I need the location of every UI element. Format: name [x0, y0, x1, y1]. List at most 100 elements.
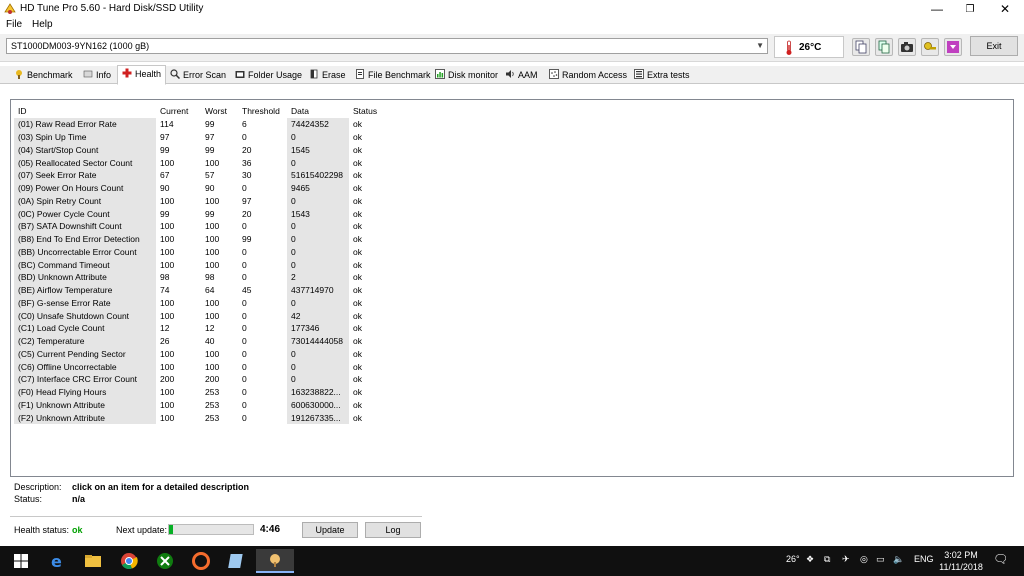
table-row[interactable]: (07) Seek Error Rate 67 57 30 51615402298 ok [14, 169, 389, 182]
notification-center-icon[interactable]: 🗨 [993, 552, 1008, 566]
maximize-button[interactable]: ❐ [955, 0, 985, 18]
table-row[interactable]: (F0) Head Flying Hours 100 253 0 163238822..… [14, 385, 389, 399]
tab-random-access[interactable]: Random Access [549, 67, 627, 84]
tab-extra-tests[interactable]: Extra tests [634, 67, 690, 84]
attribute-worst: 253 [205, 399, 220, 410]
tab-info[interactable]: Info [83, 67, 111, 84]
menu-file[interactable]: File [6, 19, 22, 30]
weather-temperature[interactable]: 26° [786, 554, 800, 564]
close-button[interactable]: ✕ [990, 0, 1020, 18]
log-button[interactable]: Log [365, 522, 421, 538]
attribute-id: (BE) Airflow Temperature [14, 283, 156, 297]
chrome-icon[interactable] [112, 549, 146, 573]
tab-label: AAM [518, 70, 538, 80]
attribute-worst: 57 [205, 170, 215, 181]
screenshot-icon[interactable] [898, 38, 916, 56]
attribute-threshold: 0 [242, 183, 247, 194]
copy-info-icon[interactable] [875, 38, 893, 56]
tab-file-benchmark[interactable]: File Benchmark [355, 67, 431, 84]
table-row[interactable]: (05) Reallocated Sector Count 100 100 36 0 ok [14, 156, 389, 169]
xbox-icon[interactable] [148, 549, 182, 573]
table-row[interactable]: (09) Power On Hours Count 90 90 0 9465 ok [14, 181, 389, 195]
tab-disk-monitor[interactable]: Disk monitor [435, 67, 498, 84]
hdtune-app-icon [4, 3, 16, 14]
table-row[interactable]: (0C) Power Cycle Count 99 99 20 1543 ok [14, 207, 389, 220]
copy-text-icon[interactable] [852, 38, 870, 56]
update-countdown: 4:46 [260, 524, 281, 535]
table-row[interactable]: (03) Spin Up Time 97 97 0 0 ok [14, 130, 389, 144]
update-progress-fill [169, 525, 174, 534]
column-header-id[interactable]: ID [14, 103, 156, 118]
tray-icon-2[interactable]: ⧉ [824, 554, 830, 565]
attribute-current: 100 [160, 195, 175, 206]
windows-taskbar: e 26° ❖ ⧉ ✈ ◎ ▭ 🔈 ENG 3:02 PM 11/11/2018… [0, 546, 1024, 576]
tab-error-scan[interactable]: Error Scan [170, 67, 226, 84]
network-icon[interactable]: ✈ [842, 554, 850, 565]
table-row[interactable]: (C7) Interface CRC Error Count 200 200 0 0 ok [14, 373, 389, 386]
table-row[interactable]: (B8) End To End Error Detection 100 100 99 0… [14, 232, 389, 246]
update-button[interactable]: Update [302, 522, 358, 538]
tab-folder-usage[interactable]: Folder Usage [235, 67, 302, 84]
table-row[interactable]: (B7) SATA Downshift Count 100 100 0 0 ok [14, 220, 389, 233]
table-row[interactable]: (F1) Unknown Attribute 100 253 0 600630000..… [14, 398, 389, 412]
attribute-worst: 98 [205, 272, 215, 283]
table-row[interactable]: (C0) Unsafe Shutdown Count 100 100 0 42 ok [14, 309, 389, 322]
language-indicator[interactable]: ENG [914, 554, 934, 564]
attribute-id: (0C) Power Cycle Count [14, 207, 156, 220]
table-row[interactable]: (C1) Load Cycle Count 12 12 0 177346 ok [14, 322, 389, 335]
menu-help[interactable]: Help [32, 19, 53, 30]
attribute-current: 26 [160, 336, 170, 347]
windows-start-icon[interactable] [4, 549, 38, 573]
attribute-id: (C6) Offline Uncorrectable [14, 360, 156, 373]
options-icon[interactable] [921, 38, 939, 56]
taskbar-clock[interactable]: 3:02 PM 11/11/2018 [936, 549, 986, 573]
minimize-button[interactable]: — [922, 0, 952, 18]
tab-health[interactable]: Health [117, 65, 167, 85]
exit-button[interactable]: Exit [970, 36, 1018, 56]
column-header-threshold[interactable]: Threshold [238, 103, 287, 118]
tab-benchmark[interactable]: Benchmark [14, 67, 73, 84]
temperature-display: 26°C [774, 36, 844, 58]
save-icon[interactable] [944, 38, 962, 56]
hdtune-icon[interactable] [256, 549, 294, 573]
drive-select[interactable]: ST1000DM003-9YN162 (1000 gB) ▼ [6, 38, 768, 54]
attribute-data: 1545 [287, 143, 349, 157]
table-row[interactable]: (C2) Temperature 26 40 0 73014444058 ok [14, 334, 389, 348]
attribute-data: 74424352 [287, 118, 349, 131]
column-header-data[interactable]: Data [287, 103, 349, 118]
attribute-status: ok [353, 361, 362, 372]
attribute-threshold: 36 [242, 157, 252, 168]
minimize-icon: — [931, 2, 943, 16]
volume-icon[interactable]: 🔈 [893, 554, 904, 565]
column-header-status[interactable]: Status [349, 103, 389, 118]
table-row[interactable]: (C5) Current Pending Sector 100 100 0 0 ok [14, 347, 389, 361]
origin-tray-icon[interactable]: ◎ [860, 554, 868, 565]
column-header-worst[interactable]: Worst [201, 103, 238, 118]
attribute-id: (05) Reallocated Sector Count [14, 156, 156, 169]
table-row[interactable]: (C6) Offline Uncorrectable 100 100 0 0 ok [14, 360, 389, 373]
attribute-data: 177346 [287, 322, 349, 335]
table-row[interactable]: (BD) Unknown Attribute 98 98 0 2 ok [14, 271, 389, 284]
edge-icon[interactable]: e [40, 549, 74, 573]
table-row[interactable]: (BC) Command Timeout 100 100 0 0 ok [14, 258, 389, 271]
file-explorer-icon[interactable] [76, 549, 110, 573]
origin-icon[interactable] [184, 549, 218, 573]
attribute-worst: 100 [205, 297, 220, 308]
tray-icon-1[interactable]: ❖ [806, 554, 814, 565]
table-row[interactable]: (01) Raw Read Error Rate 114 99 6 74424352 ok [14, 118, 389, 131]
tab-erase[interactable]: Erase [309, 67, 346, 84]
table-row[interactable]: (0A) Spin Retry Count 100 100 97 0 ok [14, 194, 389, 208]
tab-aam[interactable]: AAM [505, 67, 538, 84]
speaker-icon [506, 70, 514, 78]
attribute-current: 67 [160, 170, 170, 181]
table-row[interactable]: (BB) Uncorrectable Error Count 100 100 0 0 ok [14, 245, 389, 259]
notepad-icon[interactable] [220, 549, 254, 573]
battery-icon[interactable]: ▭ [876, 554, 885, 565]
table-row[interactable]: (04) Start/Stop Count 99 99 20 1545 ok [14, 143, 389, 157]
table-row[interactable]: (BE) Airflow Temperature 74 64 45 437714970 o… [14, 283, 389, 297]
table-row[interactable]: (BF) G-sense Error Rate 100 100 0 0 ok [14, 296, 389, 310]
attribute-threshold: 0 [242, 259, 247, 270]
column-header-current[interactable]: Current [156, 103, 201, 118]
table-row[interactable]: (F2) Unknown Attribute 100 253 0 191267335..… [14, 411, 389, 424]
description-value: click on an item for a detailed descript… [72, 482, 250, 492]
